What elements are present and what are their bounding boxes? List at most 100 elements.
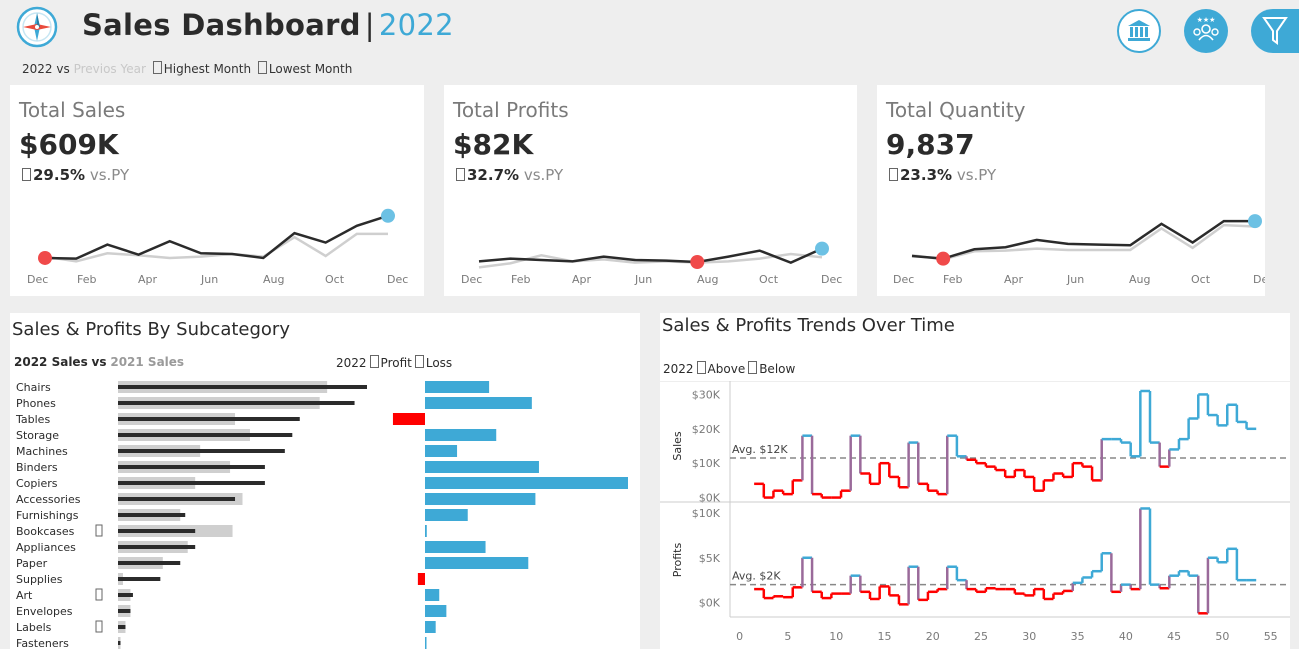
legend-year: 2022 (336, 356, 367, 370)
title-year: 2022 (378, 8, 454, 42)
x-tick-label: 55 (1264, 630, 1278, 643)
profit-bar (425, 525, 427, 537)
sales-2022-bar (118, 433, 293, 437)
y-axis-label: Profits (671, 543, 684, 578)
profit-bar (425, 509, 468, 521)
sales-2022-bar (118, 625, 126, 629)
kpi-value: 9,837 (886, 128, 975, 161)
sales-2022-bar (118, 529, 196, 533)
legend-vs: vs (56, 62, 70, 76)
bank-icon (1128, 20, 1150, 41)
category-label: Storage (16, 429, 59, 442)
profit-bar (425, 477, 628, 489)
x-tick-label: 10 (829, 630, 843, 643)
month-tick-label: Dec (821, 273, 842, 286)
loss-bar (417, 573, 425, 585)
month-tick-label: Dec (461, 273, 482, 286)
x-tick-label: 40 (1119, 630, 1133, 643)
profit-bar (425, 589, 440, 601)
month-tick-label: Dec (893, 273, 914, 286)
subcategory-title: Sales & Profits By Subcategory (12, 319, 290, 340)
sales-legend: 2022 Sales vs 2021 Sales (14, 355, 184, 369)
highest-month-marker (381, 208, 395, 223)
kpi-delta: 32.7% vs.PY (453, 166, 563, 184)
x-tick-label: 45 (1167, 630, 1181, 643)
month-tick-label: Aug (263, 273, 284, 286)
current-year-line (478, 247, 823, 265)
month-tick-label: Dec (387, 273, 408, 286)
x-tick-label: 15 (877, 630, 891, 643)
kpi-delta-percent: 32.7% (467, 166, 520, 184)
sales-2022-bar (118, 513, 186, 517)
category-label: Bookcases (16, 525, 75, 538)
kpi-delta: 23.3% vs.PY (886, 166, 996, 184)
y-tick-label: $5K (699, 552, 721, 565)
svg-text:★★★: ★★★ (1197, 16, 1216, 24)
average-label: Avg. $2K (732, 570, 781, 583)
x-tick-label: 35 (1071, 630, 1085, 643)
sales-2022-bar (118, 481, 265, 485)
sales-2022-bar (118, 593, 133, 597)
kpi-delta-vs: vs.PY (956, 166, 997, 184)
kpi-delta-vs: vs.PY (89, 166, 130, 184)
month-tick-label: Oct (1191, 273, 1211, 286)
sales-2022-bar (118, 401, 355, 405)
category-label: Binders (16, 461, 58, 474)
kpi-label: Total Quantity (886, 98, 1026, 122)
category-label: Art (16, 589, 33, 602)
trend-legend: 2022 Above Below (663, 361, 795, 376)
legend-loss: Loss (425, 356, 453, 370)
flag-icon (95, 524, 103, 537)
profit-bar (425, 461, 539, 473)
month-tick-label: Apr (1004, 273, 1024, 286)
legend-profit: Profit (380, 356, 412, 370)
flag-icon (95, 588, 103, 601)
category-label: Fasteners (16, 637, 69, 649)
legend-year: 2022 (663, 362, 694, 376)
profit-marker-icon (369, 355, 379, 368)
profits-panel: $0K $5K $10K Profits Avg. $2K (671, 507, 1288, 615)
sales-panel: $0K $10K $20K $30K Sales Avg. $12K (671, 388, 1288, 505)
month-tick-label: Dec (1253, 273, 1265, 286)
team-button[interactable]: ★★★ (1184, 9, 1228, 53)
kpi-card-total-sales: Total Sales $609K 29.5% vs.PY Dec Feb Apr J… (10, 85, 424, 296)
profit-bar (425, 493, 536, 505)
sales-2022-bar (118, 545, 196, 549)
category-label: Copiers (16, 477, 58, 490)
category-label: Accessories (16, 493, 81, 506)
legend-highest: Highest Month (163, 62, 252, 76)
up-arrow-icon (22, 168, 31, 181)
month-tick-label: Oct (759, 273, 779, 286)
subcategory-panel: Sales & Profits By Subcategory 2022 Sale… (10, 313, 640, 649)
loss-bar (392, 413, 425, 425)
kpi-delta-vs: vs.PY (523, 166, 564, 184)
month-tick-label: Feb (511, 273, 530, 286)
team-icon: ★★★ (1193, 16, 1219, 41)
kpi-delta-percent: 29.5% (33, 166, 86, 184)
kpi-delta: 29.5% vs.PY (19, 166, 129, 184)
legend-vs: vs (91, 355, 107, 369)
kpi-card-total-profits: Total Profits $82K 32.7% vs.PY Dec Feb Apr… (444, 85, 857, 296)
average-label: Avg. $12K (732, 443, 788, 456)
trend-title: Sales & Profits Trends Over Time (662, 315, 955, 336)
compass-logo-icon (16, 6, 58, 48)
y-tick-label: $30K (692, 388, 721, 401)
filter-button[interactable] (1251, 9, 1299, 53)
y-tick-label: $0K (699, 492, 721, 505)
month-tick-label: Dec (27, 273, 48, 286)
profit-bar (425, 637, 427, 649)
profit-bar (425, 621, 436, 633)
highest-month-marker (1248, 214, 1262, 229)
bank-button[interactable] (1117, 9, 1161, 53)
legend-previous: Previos Year (73, 62, 146, 76)
x-tick-label: 20 (926, 630, 940, 643)
month-tick-label: Jun (200, 273, 218, 286)
category-label: Labels (16, 621, 52, 634)
kpi-value: $82K (453, 128, 534, 161)
legend-2022-sales: 2022 Sales (14, 355, 88, 369)
title-separator: | (364, 8, 375, 42)
kpi-delta-percent: 23.3% (900, 166, 953, 184)
profit-bar (425, 605, 447, 617)
below-marker-icon (748, 361, 758, 374)
kpi-sparkline: Dec Feb Apr Jun Aug Oct Dec (27, 208, 408, 286)
